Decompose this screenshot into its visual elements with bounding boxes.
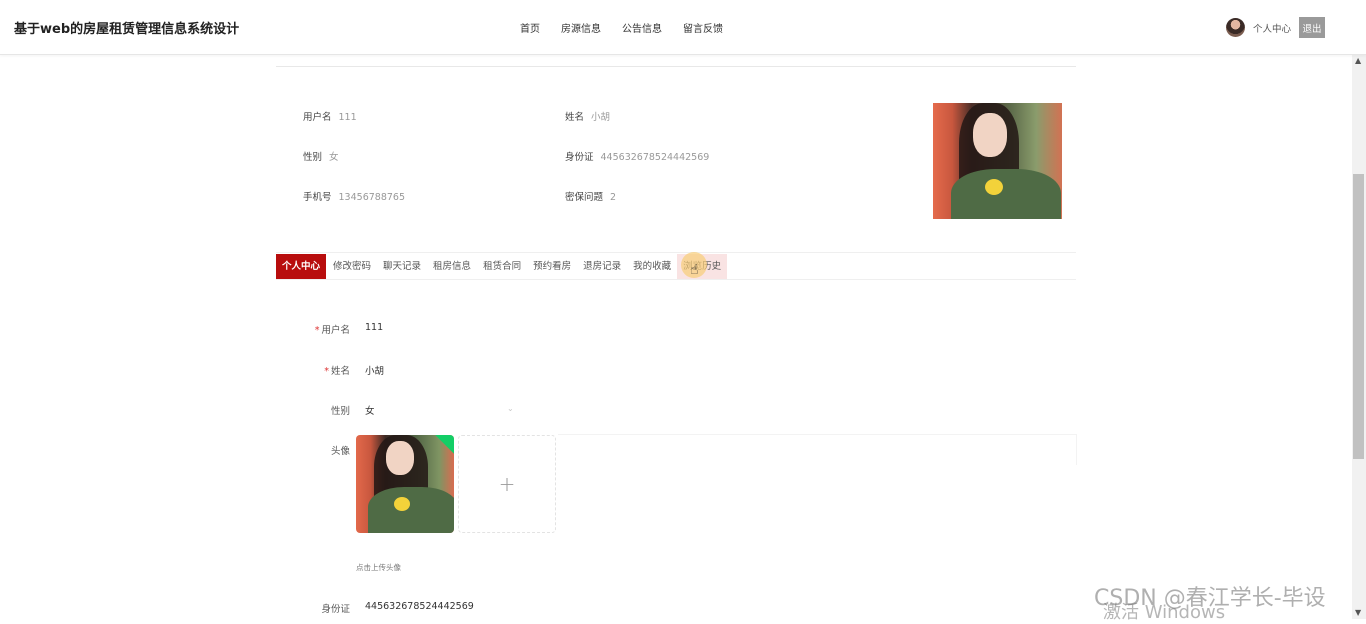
uploaded-avatar-thumbnail[interactable]: ✓	[356, 435, 454, 533]
form-row-outline	[558, 434, 1077, 465]
info-name-label: 姓名	[565, 112, 585, 123]
form-name-label: * 姓名	[324, 366, 350, 377]
upload-add-button[interactable]: +	[458, 435, 556, 533]
user-box: 个人中心 退出	[1226, 17, 1326, 38]
form-username-input[interactable]: 111	[365, 322, 383, 333]
info-username: 用户名 111	[303, 109, 357, 123]
info-gender-label: 性别	[303, 152, 323, 163]
form-username-label: * 用户名	[314, 325, 350, 336]
profile-photo	[933, 103, 1062, 219]
info-id-value: 445632678524442569	[600, 152, 710, 163]
nav-house-info[interactable]: 房源信息	[561, 20, 601, 35]
info-phone-value: 13456788765	[338, 192, 406, 203]
info-security: 密保问题 2	[565, 189, 616, 203]
info-gender: 性别女	[303, 149, 339, 163]
nav-home[interactable]: 首页	[520, 20, 540, 35]
page-scrollbar[interactable]: ▲ ▼	[1352, 54, 1366, 619]
scroll-thumb[interactable]	[1353, 174, 1364, 459]
user-avatar[interactable]	[1226, 18, 1245, 37]
form-id-label: 身份证	[321, 604, 350, 615]
top-navbar: 基于web的房屋租赁管理信息系统设计 首页 房源信息 公告信息 留言反馈 个人中…	[0, 0, 1366, 55]
plus-icon: +	[498, 472, 516, 496]
tab-personal-center[interactable]: 个人中心	[276, 254, 327, 279]
site-title: 基于web的房屋租赁管理信息系统设计	[14, 22, 240, 37]
tab-viewing-appointment[interactable]: 预约看房	[527, 254, 577, 279]
info-id: 身份证 445632678524442569	[565, 149, 709, 163]
form-id-input[interactable]: 445632678524442569	[365, 601, 474, 612]
info-username-label: 用户名	[303, 112, 332, 123]
tab-checkout-records[interactable]: 退房记录	[577, 254, 627, 279]
main-nav: 首页 房源信息 公告信息 留言反馈	[520, 20, 723, 35]
form-gender-label: 性别	[330, 406, 350, 417]
nav-announcements[interactable]: 公告信息	[622, 20, 662, 35]
info-security-value: 2	[610, 192, 617, 203]
tab-lease-contract[interactable]: 租赁合同	[477, 254, 527, 279]
tab-rental-info[interactable]: 租房信息	[427, 254, 477, 279]
logout-button[interactable]: 退出	[1299, 17, 1326, 38]
info-gender-value: 女	[329, 152, 339, 163]
user-center-link[interactable]: 个人中心	[1253, 21, 1291, 35]
tab-favorites[interactable]: 我的收藏	[627, 254, 677, 279]
form-gender-select[interactable]: 女	[365, 403, 375, 417]
profile-tabs: 个人中心 修改密码 聊天记录 租房信息 租赁合同 预约看房 退房记录 我的收藏 …	[276, 254, 728, 279]
info-phone-label: 手机号	[303, 192, 332, 203]
tab-change-password[interactable]: 修改密码	[327, 254, 377, 279]
windows-activation-watermark: 激活 Windows	[1103, 602, 1226, 623]
form-avatar-label: 头像	[330, 446, 350, 457]
tab-chat-history[interactable]: 聊天记录	[377, 254, 427, 279]
scroll-up-icon[interactable]: ▲	[1355, 56, 1361, 65]
info-security-label: 密保问题	[565, 192, 604, 203]
upload-success-badge: ✓	[434, 435, 454, 455]
divider	[276, 279, 1076, 280]
info-name: 姓名 小胡	[565, 109, 610, 123]
info-phone: 手机号 13456788765	[303, 189, 405, 203]
divider	[276, 66, 1076, 67]
scroll-down-icon[interactable]: ▼	[1355, 608, 1361, 617]
divider	[276, 252, 1076, 253]
info-name-value: 小胡	[591, 112, 611, 123]
info-username-value: 111	[338, 112, 357, 123]
nav-feedback[interactable]: 留言反馈	[683, 20, 723, 35]
chevron-down-icon[interactable]: ⌄	[507, 404, 514, 413]
info-id-label: 身份证	[565, 152, 594, 163]
hand-cursor-icon: ☝	[690, 262, 699, 278]
upload-tip: 点击上传头像	[356, 563, 401, 572]
form-name-input[interactable]: 小胡	[365, 363, 384, 377]
